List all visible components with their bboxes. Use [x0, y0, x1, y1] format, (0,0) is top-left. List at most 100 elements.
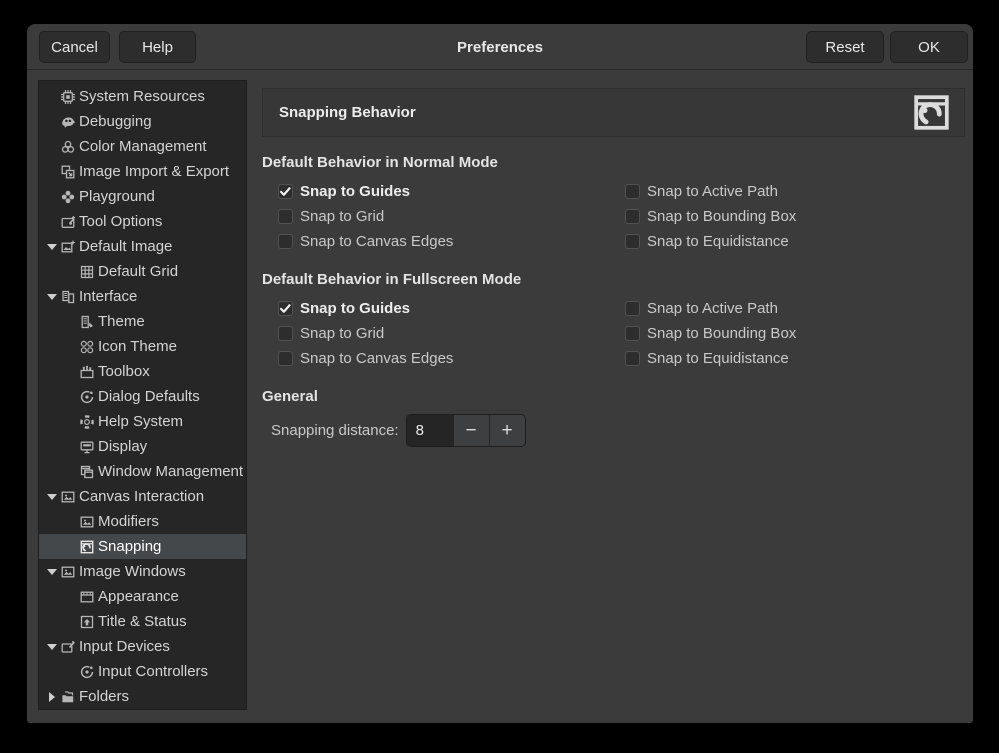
checkbox-snap-to-active-path[interactable]: Snap to Active Path	[625, 300, 965, 317]
sidebar-item-interface[interactable]: Interface	[39, 284, 246, 309]
checkbox-box[interactable]	[625, 326, 640, 341]
snapping-distance-input[interactable]	[407, 415, 453, 446]
checkbox-snap-to-grid[interactable]: Snap to Grid	[278, 325, 625, 342]
sidebar-item-dialog-defaults[interactable]: Dialog Defaults	[39, 384, 246, 409]
ok-button[interactable]: OK	[890, 31, 968, 63]
sidebar-item-debugging[interactable]: Debugging	[39, 109, 246, 134]
checkbox-box[interactable]	[625, 301, 640, 316]
panels-icon	[60, 289, 76, 305]
sidebar-item-theme[interactable]: Theme	[39, 309, 246, 334]
color-circles-icon	[60, 139, 76, 155]
sidebar-item-modifiers[interactable]: Modifiers	[39, 509, 246, 534]
sidebar-item-label: Appearance	[98, 588, 179, 605]
grid-icon	[79, 264, 95, 280]
checkbox-box[interactable]	[625, 234, 640, 249]
checkbox-box[interactable]	[625, 351, 640, 366]
decrement-button[interactable]: −	[453, 415, 489, 446]
expander-down-icon[interactable]	[43, 294, 60, 300]
checkbox-snap-to-guides[interactable]: Snap to Guides	[278, 183, 625, 200]
sidebar-item-window-management[interactable]: Window Management	[39, 459, 246, 484]
snapping-page: Snapping Behavior Default Behavior in No…	[262, 70, 965, 447]
checkbox-snap-to-grid[interactable]: Snap to Grid	[278, 208, 625, 225]
checkbox-box[interactable]	[278, 209, 293, 224]
sidebar-item-label: Color Management	[79, 138, 207, 155]
sidebar-item-label: Image Import & Export	[79, 163, 229, 180]
checkbox-snap-to-canvas-edges[interactable]: Snap to Canvas Edges	[278, 233, 625, 250]
checkbox-box[interactable]	[278, 234, 293, 249]
checkbox-label: Snap to Active Path	[647, 300, 778, 317]
windows-icon	[79, 464, 95, 480]
snapping-distance-row: Snapping distance: − +	[271, 414, 965, 447]
sidebar-item-display[interactable]: Display	[39, 434, 246, 459]
sidebar-item-label: Playground	[79, 188, 155, 205]
sidebar-item-icon-theme[interactable]: Icon Theme	[39, 334, 246, 359]
checkbox-box[interactable]	[625, 209, 640, 224]
sidebar-item-canvas-interaction[interactable]: Canvas Interaction	[39, 484, 246, 509]
sidebar-item-image-import-export[interactable]: Image Import & Export	[39, 159, 246, 184]
sidebar-item-label: Icon Theme	[98, 338, 177, 355]
sidebar-item-label: Help System	[98, 413, 183, 430]
cancel-button[interactable]: Cancel	[39, 31, 110, 63]
fullscreen-mode-checkbox-grid: Snap to Guides Snap to Grid Snap to Canvas…	[278, 296, 965, 371]
icon-theme-icon	[79, 339, 95, 355]
sidebar-item-label: Input Controllers	[98, 663, 208, 680]
page-title: Snapping Behavior	[279, 104, 909, 121]
image-star-icon	[60, 239, 76, 255]
help-button[interactable]: Help	[119, 31, 196, 63]
expander-down-icon[interactable]	[43, 569, 60, 575]
sidebar-item-label: Default Image	[79, 238, 172, 255]
sidebar-item-appearance[interactable]: Appearance	[39, 584, 246, 609]
checkbox-box[interactable]	[278, 326, 293, 341]
checkbox-snap-to-guides[interactable]: Snap to Guides	[278, 300, 625, 317]
expander-down-icon[interactable]	[43, 644, 60, 650]
increment-button[interactable]: +	[489, 415, 525, 446]
checkbox-label: Snap to Grid	[300, 208, 384, 225]
sidebar-item-image-windows[interactable]: Image Windows	[39, 559, 246, 584]
input-devices-icon	[60, 639, 76, 655]
checkbox-snap-to-active-path[interactable]: Snap to Active Path	[625, 183, 965, 200]
checkbox-snap-to-bounding-box[interactable]: Snap to Bounding Box	[625, 325, 965, 342]
checkbox-label: Snap to Active Path	[647, 183, 778, 200]
reset-button[interactable]: Reset	[806, 31, 884, 63]
dialog-titlebar: Cancel Help Preferences Reset OK	[27, 24, 973, 70]
checkbox-box[interactable]	[278, 184, 293, 199]
snapping-icon	[79, 539, 95, 555]
sidebar-item-help-system[interactable]: Help System	[39, 409, 246, 434]
checkbox-label: Snap to Canvas Edges	[300, 350, 453, 367]
sidebar-item-title-status[interactable]: Title & Status	[39, 609, 246, 634]
expander-down-icon[interactable]	[43, 494, 60, 500]
checkbox-box[interactable]	[278, 301, 293, 316]
checkbox-snap-to-equidistance[interactable]: Snap to Equidistance	[625, 350, 965, 367]
sidebar-item-color-management[interactable]: Color Management	[39, 134, 246, 159]
expander-down-icon[interactable]	[43, 244, 60, 250]
snapping-icon	[909, 91, 954, 134]
sidebar-item-folders[interactable]: Folders	[39, 684, 246, 709]
checkbox-box[interactable]	[278, 351, 293, 366]
import-export-icon	[60, 164, 76, 180]
sidebar-item-label: Theme	[98, 313, 145, 330]
sidebar-item-label: Title & Status	[98, 613, 187, 630]
checkbox-snap-to-canvas-edges[interactable]: Snap to Canvas Edges	[278, 350, 625, 367]
sidebar-item-input-controllers[interactable]: Input Controllers	[39, 659, 246, 684]
sidebar-item-default-image[interactable]: Default Image	[39, 234, 246, 259]
sidebar-item-snapping[interactable]: Snapping	[39, 534, 246, 559]
sidebar-item-playground[interactable]: Playground	[39, 184, 246, 209]
section-heading-general: General	[262, 388, 965, 405]
sidebar-item-label: Folders	[79, 688, 129, 705]
sidebar-item-label: Toolbox	[98, 363, 150, 380]
tool-options-icon	[60, 214, 76, 230]
wilber-icon	[60, 114, 76, 130]
sidebar-item-toolbox[interactable]: Toolbox	[39, 359, 246, 384]
checkbox-snap-to-equidistance[interactable]: Snap to Equidistance	[625, 233, 965, 250]
sidebar-item-default-grid[interactable]: Default Grid	[39, 259, 246, 284]
sidebar-item-tool-options[interactable]: Tool Options	[39, 209, 246, 234]
sidebar-item-input-devices[interactable]: Input Devices	[39, 634, 246, 659]
checkbox-snap-to-bounding-box[interactable]: Snap to Bounding Box	[625, 208, 965, 225]
checkbox-label: Snap to Bounding Box	[647, 208, 796, 225]
preferences-category-tree[interactable]: System ResourcesDebugging Color Managemen…	[38, 80, 247, 710]
sidebar-item-system-resources[interactable]: System Resources	[39, 84, 246, 109]
expander-right-icon[interactable]	[43, 692, 60, 702]
checkbox-box[interactable]	[625, 184, 640, 199]
checkbox-label: Snap to Equidistance	[647, 233, 789, 250]
checkbox-label: Snap to Guides	[300, 183, 410, 200]
